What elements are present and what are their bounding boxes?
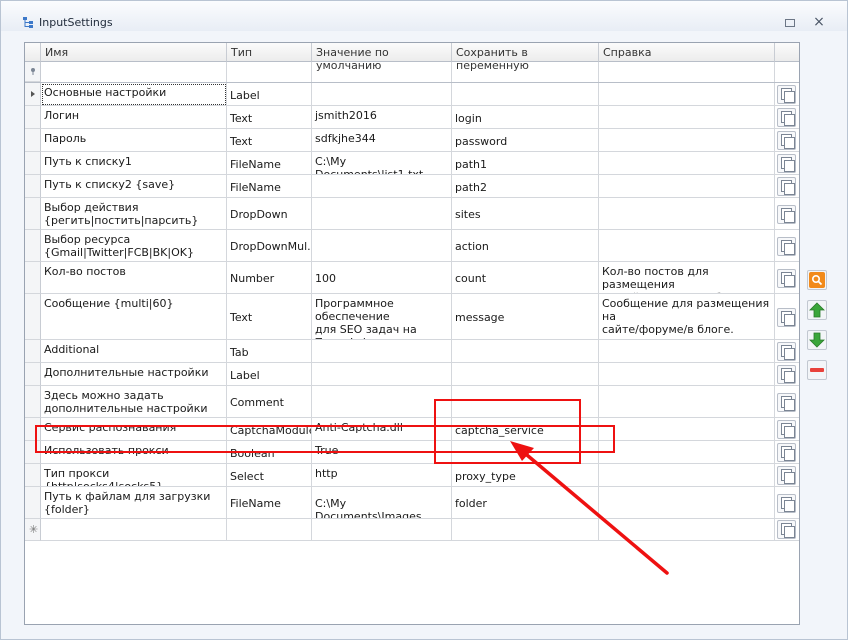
annotation-arrow: [510, 441, 669, 575]
